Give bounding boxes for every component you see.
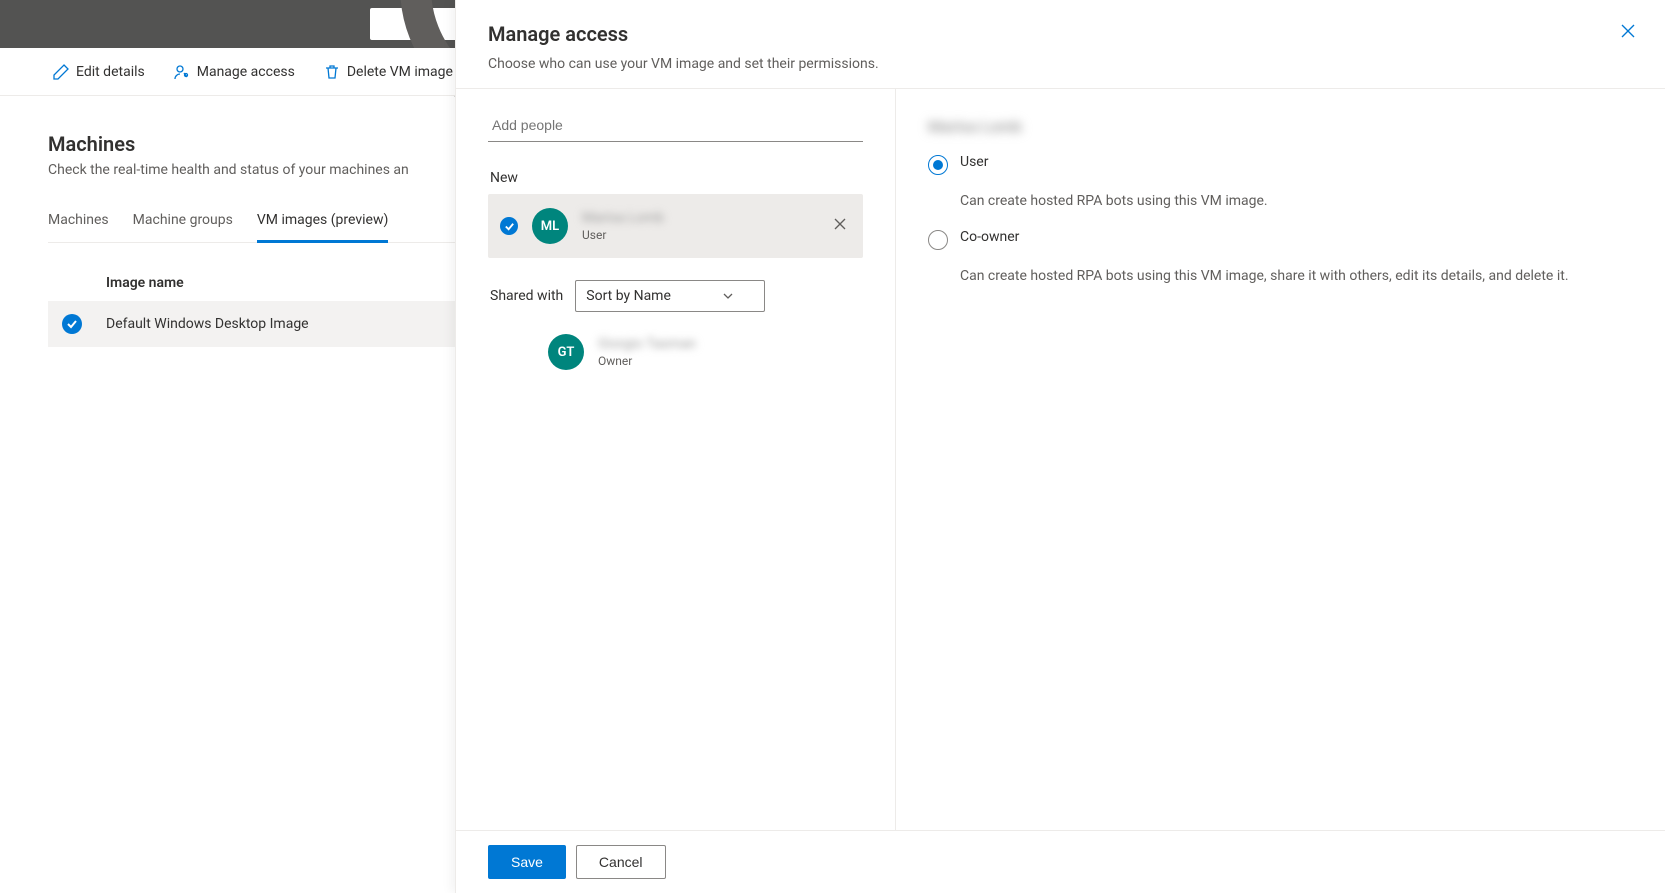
permissions-heading-blurred: Marisa Lomb (928, 117, 1633, 136)
person-role: Owner (598, 354, 851, 368)
permission-user-description: Can create hosted RPA bots using this VM… (960, 193, 1633, 209)
manage-access-button[interactable]: Manage access (169, 57, 299, 87)
edit-details-label: Edit details (76, 64, 145, 80)
avatar: ML (532, 208, 568, 244)
person-selected-check-icon (500, 217, 518, 235)
person-role: User (582, 228, 815, 242)
permission-coowner-label: Co-owner (960, 229, 1019, 250)
person-share-icon (173, 63, 191, 81)
permission-coowner-description: Can create hosted RPA bots using this VM… (960, 268, 1633, 284)
save-button[interactable]: Save (488, 845, 566, 879)
radio-coowner[interactable] (928, 230, 948, 250)
person-row-owner[interactable]: GT Giorgio Tasman Owner (488, 320, 863, 384)
tab-machine-groups[interactable]: Machine groups (133, 202, 233, 242)
trash-icon (323, 63, 341, 81)
panel-people-column: New ML Marisa Lomb User Shared with Sort… (456, 89, 896, 830)
avatar: GT (548, 334, 584, 370)
panel-footer: Save Cancel (456, 830, 1665, 893)
sort-by-dropdown[interactable]: Sort by Name (575, 280, 765, 312)
manage-access-label: Manage access (197, 64, 295, 80)
panel-header: Manage access Choose who can use your VM… (456, 0, 1665, 89)
sort-by-value: Sort by Name (586, 288, 671, 304)
manage-access-panel: Manage access Choose who can use your VM… (455, 0, 1665, 893)
tab-machines[interactable]: Machines (48, 202, 109, 242)
cancel-button[interactable]: Cancel (576, 845, 666, 879)
edit-details-button[interactable]: Edit details (48, 57, 149, 87)
new-section-label: New (490, 170, 863, 186)
person-row-new[interactable]: ML Marisa Lomb User (488, 194, 863, 258)
row-selected-check-icon[interactable] (62, 314, 82, 334)
remove-person-button[interactable] (829, 213, 851, 239)
panel-permissions-column: Marisa Lomb User Can create hosted RPA b… (896, 89, 1665, 830)
chevron-down-icon (722, 290, 734, 302)
person-name-blurred: Marisa Lomb (582, 210, 815, 226)
shared-with-label: Shared with (490, 288, 563, 304)
radio-user[interactable] (928, 155, 948, 175)
panel-title: Manage access (488, 22, 1633, 46)
permission-option-user[interactable]: User (928, 154, 1633, 175)
delete-vm-image-label: Delete VM image (347, 64, 453, 80)
add-people-input[interactable] (488, 109, 863, 142)
permission-option-coowner[interactable]: Co-owner (928, 229, 1633, 250)
row-image-name: Default Windows Desktop Image (96, 316, 309, 332)
panel-close-button[interactable] (1619, 22, 1637, 44)
pencil-icon (52, 63, 70, 81)
person-name-blurred: Giorgio Tasman (598, 336, 851, 352)
tab-vm-images[interactable]: VM images (preview) (257, 202, 389, 243)
close-icon (833, 217, 847, 231)
panel-subtitle: Choose who can use your VM image and set… (488, 56, 1633, 72)
permission-user-label: User (960, 154, 988, 175)
close-icon (1619, 22, 1637, 40)
delete-vm-image-button[interactable]: Delete VM image (319, 57, 457, 87)
